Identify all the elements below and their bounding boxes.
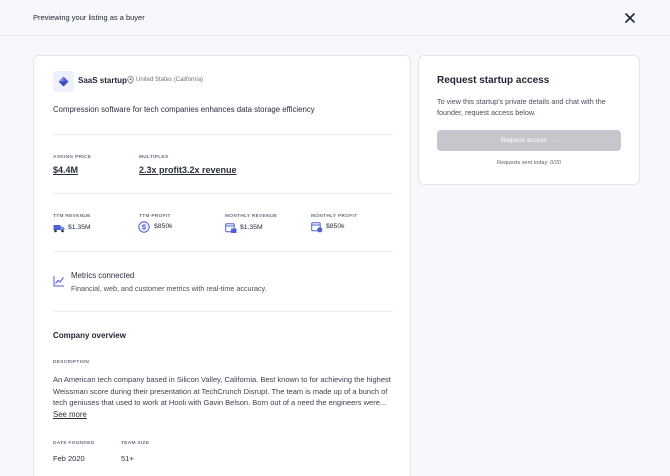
company-logo xyxy=(53,71,74,92)
calendar-profit-icon xyxy=(311,222,323,233)
asking-price-label: ASKING PRICE xyxy=(53,155,92,160)
arrow-right-icon: → xyxy=(550,137,558,144)
monthly-profit-label: MONTHLY PROFIT xyxy=(311,214,358,219)
description-label: DESCRIPTION xyxy=(53,360,90,365)
company-name: SaaS startup xyxy=(78,76,127,85)
asking-price-value[interactable]: $4.4M xyxy=(53,165,78,175)
monthly-revenue-label: MONTHLY REVENUE xyxy=(225,214,278,219)
request-access-card: Request startup access To view this star… xyxy=(418,55,640,185)
divider xyxy=(53,193,393,194)
divider xyxy=(53,134,393,135)
see-more-link[interactable]: See more xyxy=(53,410,87,419)
request-access-text: To view this startup's private details a… xyxy=(437,97,606,117)
dollar-circle-icon: $ xyxy=(138,221,150,233)
company-location: United States (California) xyxy=(136,77,204,83)
ttm-revenue-value: $1.35M xyxy=(68,224,91,231)
calendar-revenue-icon xyxy=(225,223,237,233)
divider xyxy=(53,311,393,312)
company-overview-title: Company overview xyxy=(53,331,126,340)
metrics-connected-title: Metrics connected xyxy=(71,271,135,280)
listing-card: SaaS startup United States (California) … xyxy=(33,55,411,476)
request-access-button-label: Request access xyxy=(500,137,547,144)
requests-count: Requests sent today: 0/20 xyxy=(497,160,561,166)
ttm-revenue-label: TTM REVENUE xyxy=(53,214,91,219)
request-access-title: Request startup access xyxy=(437,75,550,86)
profit-multiple-link[interactable]: 2.3x profit xyxy=(139,165,182,175)
date-founded-value: Feb 2020 xyxy=(53,454,85,463)
chart-line-icon xyxy=(53,276,64,287)
ttm-profit-value: $850k xyxy=(154,223,173,230)
team-size-label: TEAM SIZE xyxy=(121,441,150,446)
company-tagline: Compression software for tech companies … xyxy=(53,105,315,114)
multiples-label: MULTIPLES xyxy=(139,155,169,160)
preview-text: Previewing your listing as a buyer xyxy=(33,13,145,22)
date-founded-label: DATE FOUNDED xyxy=(53,441,95,446)
company-description: An American tech company based in Silico… xyxy=(53,375,391,407)
location-pin-icon xyxy=(127,76,134,84)
company-logo-icon xyxy=(58,76,69,87)
team-size-value: 51+ xyxy=(121,454,134,463)
request-access-button[interactable]: Request access → xyxy=(437,130,621,151)
monthly-profit-value: $850k xyxy=(326,223,345,230)
metrics-connected-subtitle: Financial, web, and customer metrics wit… xyxy=(71,284,267,293)
preview-bar: Previewing your listing as a buyer xyxy=(0,0,670,36)
truck-revenue-icon xyxy=(53,225,65,233)
monthly-revenue-value: $1.35M xyxy=(240,224,263,231)
revenue-multiple-link[interactable]: 3.2x revenue xyxy=(182,165,237,175)
divider xyxy=(53,251,393,252)
close-icon[interactable] xyxy=(623,11,637,25)
ttm-profit-label: TTM PROFIT xyxy=(139,214,171,219)
